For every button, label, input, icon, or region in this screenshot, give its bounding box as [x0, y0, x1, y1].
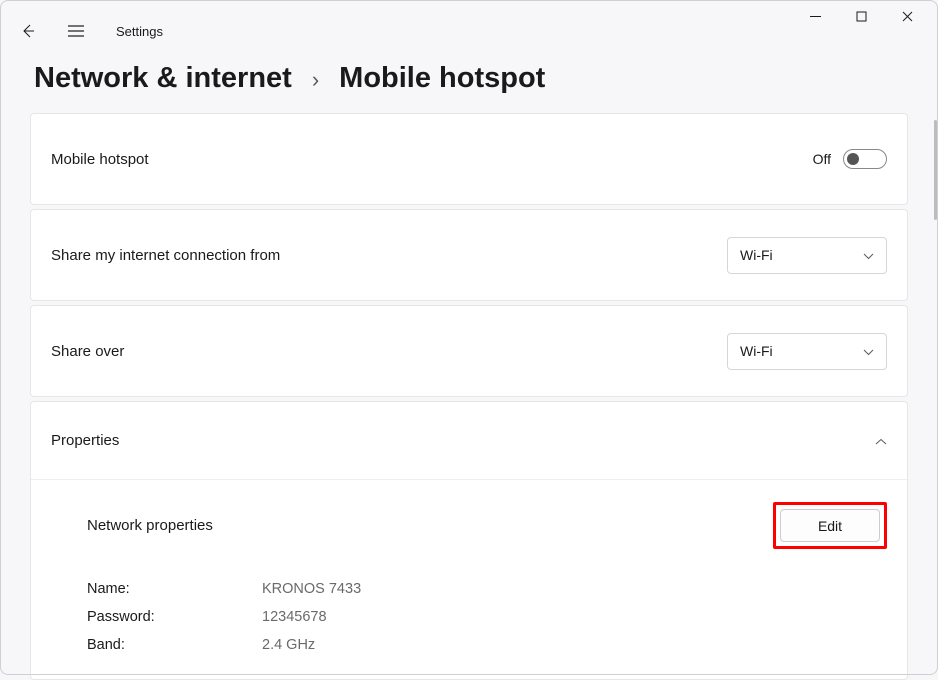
app-title: Settings — [116, 24, 163, 39]
hotspot-toggle-state: Off — [813, 151, 831, 167]
chevron-down-icon — [863, 247, 874, 263]
minimize-button[interactable] — [792, 0, 838, 32]
breadcrumb-separator-icon: › — [312, 67, 319, 93]
network-properties-label: Network properties — [87, 517, 213, 534]
prop-name-label: Name: — [87, 581, 262, 597]
edit-button[interactable]: Edit — [780, 509, 880, 542]
hotspot-toggle-group: Off — [813, 149, 887, 169]
share-over-select[interactable]: Wi-Fi — [727, 333, 887, 370]
prop-password-value: 12345678 — [262, 609, 887, 625]
share-over-card: Share over Wi-Fi — [30, 305, 908, 397]
share-from-select[interactable]: Wi-Fi — [727, 237, 887, 274]
prop-name-value: KRONOS 7433 — [262, 581, 887, 597]
prop-band-value: 2.4 GHz — [262, 637, 887, 653]
prop-password-label: Password: — [87, 609, 262, 625]
hamburger-menu-button[interactable] — [56, 14, 96, 48]
chevron-up-icon — [875, 433, 887, 449]
toggle-knob — [847, 153, 859, 165]
share-over-label: Share over — [51, 343, 124, 360]
hotspot-toggle-card: Mobile hotspot Off — [30, 113, 908, 205]
edit-button-highlight: Edit — [773, 502, 887, 549]
maximize-button[interactable] — [838, 0, 884, 32]
prop-band-label: Band: — [87, 637, 262, 653]
properties-expander[interactable]: Properties — [31, 402, 907, 480]
scrollbar[interactable] — [934, 120, 937, 220]
properties-body: Network properties Edit Name: KRONOS 743… — [31, 480, 907, 679]
share-from-value: Wi-Fi — [740, 247, 773, 263]
hotspot-toggle[interactable] — [843, 149, 887, 169]
share-from-card: Share my internet connection from Wi-Fi — [30, 209, 908, 301]
close-button[interactable] — [884, 0, 930, 32]
properties-header-label: Properties — [51, 432, 119, 449]
hotspot-toggle-label: Mobile hotspot — [51, 151, 149, 168]
content-area: Mobile hotspot Off Share my internet con… — [0, 113, 938, 680]
share-from-label: Share my internet connection from — [51, 247, 280, 264]
properties-card: Properties Network properties Edit Name:… — [30, 401, 908, 680]
back-button[interactable] — [8, 14, 48, 48]
share-over-value: Wi-Fi — [740, 343, 773, 359]
page-title: Mobile hotspot — [339, 62, 545, 95]
properties-grid: Name: KRONOS 7433 Password: 12345678 Ban… — [87, 581, 887, 653]
breadcrumb: Network & internet › Mobile hotspot — [0, 48, 938, 113]
chevron-down-icon — [863, 343, 874, 359]
breadcrumb-parent[interactable]: Network & internet — [34, 62, 292, 95]
